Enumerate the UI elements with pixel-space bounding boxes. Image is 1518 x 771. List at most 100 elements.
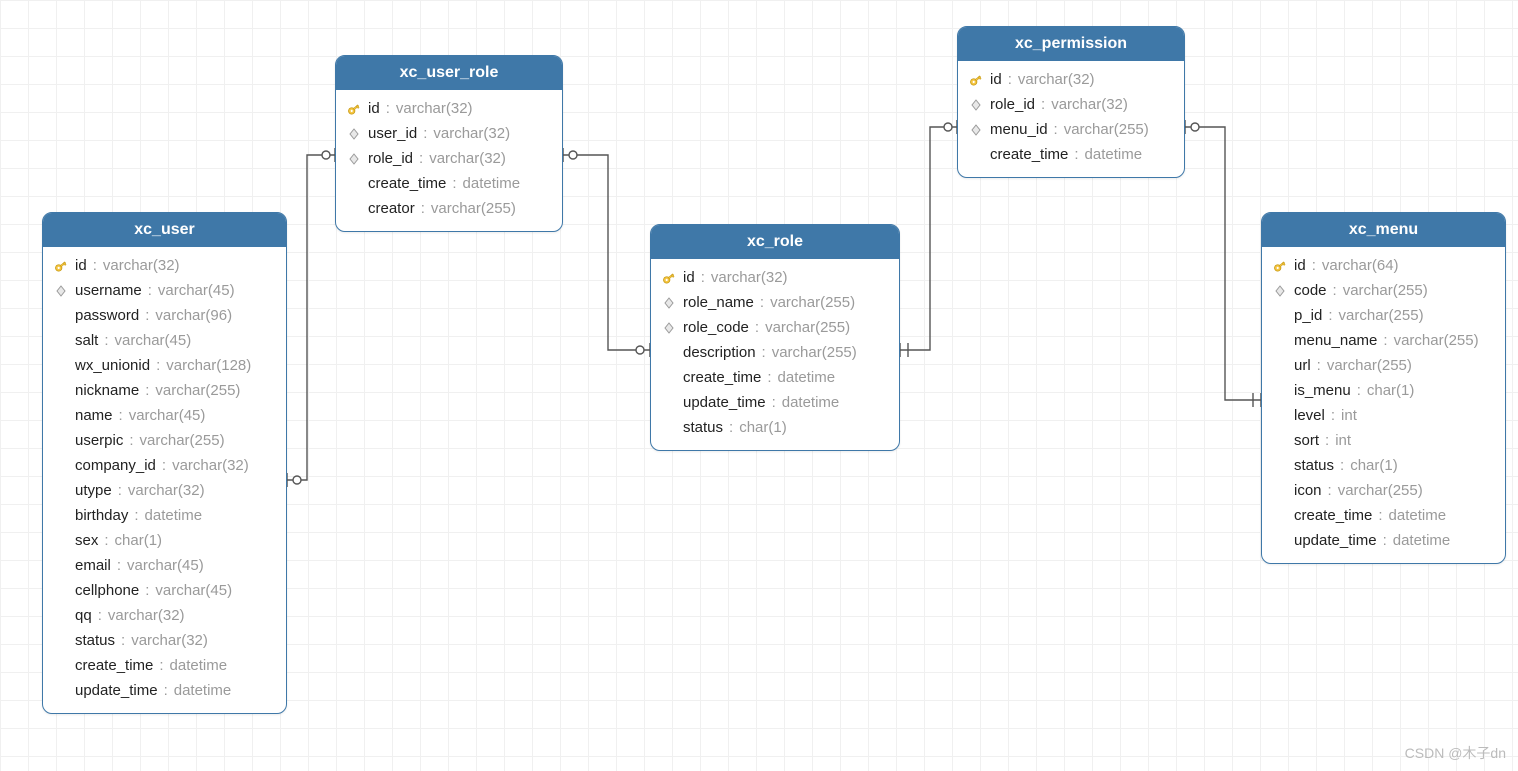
- blank-icon: [661, 345, 677, 361]
- column-row: qq: varchar(32): [53, 603, 276, 628]
- primary-key-icon: [968, 72, 984, 88]
- column-name: name: [75, 407, 113, 424]
- blank-icon: [53, 333, 69, 349]
- column-type: varchar(45): [158, 282, 235, 299]
- primary-key-icon: [346, 101, 362, 117]
- column-row: url: varchar(255): [1272, 353, 1495, 378]
- blank-icon: [53, 433, 69, 449]
- column-name: sex: [75, 532, 98, 549]
- column-row: salt: varchar(45): [53, 328, 276, 353]
- column-row: email: varchar(45): [53, 553, 276, 578]
- blank-icon: [53, 683, 69, 699]
- column-type: datetime: [1389, 507, 1447, 524]
- column-type: char(1): [1367, 382, 1415, 399]
- primary-key-icon: [53, 258, 69, 274]
- blank-icon: [53, 533, 69, 549]
- blank-icon: [53, 458, 69, 474]
- primary-key-icon: [1272, 258, 1288, 274]
- column-name: code: [1294, 282, 1327, 299]
- column-row: status: varchar(32): [53, 628, 276, 653]
- column-name: user_id: [368, 125, 417, 142]
- column-type: char(1): [115, 532, 163, 549]
- column-row: company_id: varchar(32): [53, 453, 276, 478]
- entity-xc_role: xc_roleid: varchar(32)role_name: varchar…: [650, 224, 900, 451]
- column-type: varchar(255): [770, 294, 855, 311]
- column-row: creator: varchar(255): [346, 196, 552, 221]
- column-name: update_time: [1294, 532, 1377, 549]
- column-type: datetime: [778, 369, 836, 386]
- column-type: datetime: [1085, 146, 1143, 163]
- entity-columns: id: varchar(32)user_id: varchar(32)role_…: [336, 90, 562, 231]
- column-name: create_time: [1294, 507, 1372, 524]
- column-type: varchar(255): [1064, 121, 1149, 138]
- column-row: role_name: varchar(255): [661, 290, 889, 315]
- entity-columns: id: varchar(32)role_name: varchar(255) ro…: [651, 259, 899, 450]
- column-name: level: [1294, 407, 1325, 424]
- blank-icon: [1272, 433, 1288, 449]
- column-type: varchar(128): [166, 357, 251, 374]
- primary-key-icon: [661, 270, 677, 286]
- index-icon: [346, 151, 362, 167]
- blank-icon: [53, 633, 69, 649]
- column-type: varchar(32): [433, 125, 510, 142]
- column-row: id: varchar(64): [1272, 253, 1495, 278]
- column-name: role_code: [683, 319, 749, 336]
- column-name: cellphone: [75, 582, 139, 599]
- blank-icon: [346, 201, 362, 217]
- column-name: qq: [75, 607, 92, 624]
- index-icon: [968, 97, 984, 113]
- column-row: create_time: datetime: [346, 171, 552, 196]
- column-type: int: [1335, 432, 1351, 449]
- index-icon: [1272, 283, 1288, 299]
- column-type: varchar(255): [431, 200, 516, 217]
- column-type: varchar(32): [429, 150, 506, 167]
- column-type: varchar(32): [103, 257, 180, 274]
- column-row: menu_id: varchar(255): [968, 117, 1174, 142]
- column-type: datetime: [170, 657, 228, 674]
- column-name: sort: [1294, 432, 1319, 449]
- column-name: id: [368, 100, 380, 117]
- column-type: varchar(32): [128, 482, 205, 499]
- watermark: CSDN @木子dn: [1405, 743, 1506, 763]
- column-type: varchar(32): [396, 100, 473, 117]
- column-row: id: varchar(32): [661, 265, 889, 290]
- column-name: update_time: [683, 394, 766, 411]
- column-name: id: [990, 71, 1002, 88]
- column-type: varchar(32): [108, 607, 185, 624]
- column-name: nickname: [75, 382, 139, 399]
- entity-xc_menu: xc_menu id: varchar(64)code: varchar(255)…: [1261, 212, 1506, 564]
- column-row: create_time: datetime: [661, 365, 889, 390]
- column-type: varchar(32): [1051, 96, 1128, 113]
- column-row: update_time: datetime: [1272, 528, 1495, 553]
- column-name: status: [1294, 457, 1334, 474]
- blank-icon: [53, 383, 69, 399]
- column-name: userpic: [75, 432, 123, 449]
- column-name: birthday: [75, 507, 128, 524]
- column-name: menu_id: [990, 121, 1048, 138]
- entity-columns: id: varchar(32)role_id: varchar(32)menu_…: [958, 61, 1184, 177]
- column-name: id: [1294, 257, 1306, 274]
- column-type: varchar(32): [172, 457, 249, 474]
- column-name: id: [75, 257, 87, 274]
- index-icon: [968, 122, 984, 138]
- entity-header: xc_role: [651, 225, 899, 259]
- column-name: email: [75, 557, 111, 574]
- blank-icon: [661, 370, 677, 386]
- column-row: code: varchar(255): [1272, 278, 1495, 303]
- column-row: description: varchar(255): [661, 340, 889, 365]
- column-type: varchar(32): [1018, 71, 1095, 88]
- column-type: varchar(255): [1343, 282, 1428, 299]
- column-row: create_time: datetime: [1272, 503, 1495, 528]
- column-name: utype: [75, 482, 112, 499]
- entity-header: xc_menu: [1262, 213, 1505, 247]
- column-name: create_time: [368, 175, 446, 192]
- entity-header: xc_user_role: [336, 56, 562, 90]
- column-row: icon: varchar(255): [1272, 478, 1495, 503]
- blank-icon: [53, 583, 69, 599]
- column-row: update_time: datetime: [661, 390, 889, 415]
- blank-icon: [53, 308, 69, 324]
- primary-key-icon: [1272, 258, 1288, 274]
- column-name: create_time: [75, 657, 153, 674]
- column-row: nickname: varchar(255): [53, 378, 276, 403]
- column-row: update_time: datetime: [53, 678, 276, 703]
